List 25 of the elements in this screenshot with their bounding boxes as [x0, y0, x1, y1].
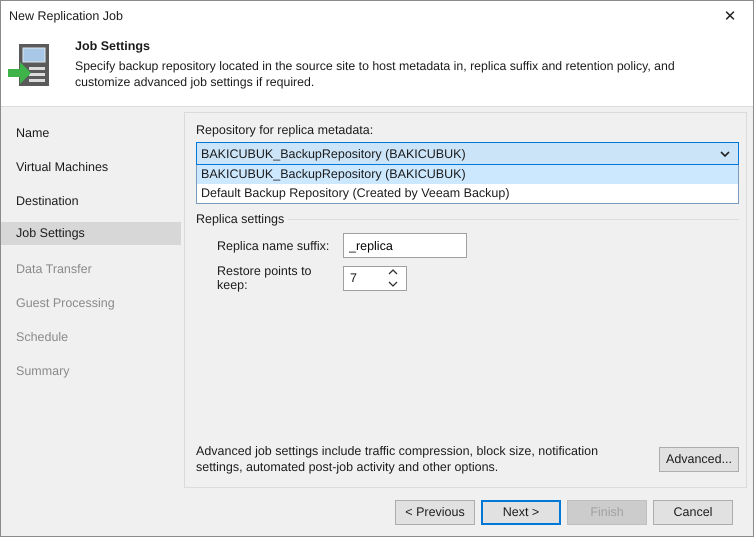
- group-title: Replica settings: [196, 212, 284, 226]
- wizard-step[interactable]: Name: [1, 120, 181, 154]
- close-button[interactable]: ✕: [707, 1, 753, 31]
- dropdown-option[interactable]: Default Backup Repository (Created by Veeam Backup): [197, 184, 738, 203]
- wizard-button[interactable]: < Previous: [395, 500, 475, 524]
- wizard-button[interactable]: Next >: [481, 500, 561, 524]
- field-label: Replica name suffix:: [217, 238, 330, 252]
- wizard-step[interactable]: Virtual Machines: [1, 154, 181, 188]
- window-title: New Replication Job: [9, 9, 123, 23]
- step-title: Job Settings: [75, 39, 152, 53]
- repository-dropdown[interactable]: BAKICUBUK_BackupRepository (BAKICUBUK): [196, 142, 739, 165]
- server-arrow-icon: [7, 43, 51, 87]
- chevron-down-icon: [720, 150, 730, 156]
- wizard-button[interactable]: Cancel: [653, 500, 733, 524]
- dropdown-option[interactable]: BAKICUBUK_BackupRepository (BAKICUBUK): [197, 165, 738, 184]
- advanced-description: Advanced job settings include traffic compression, block size, notification settings, automated post-job activity and other options.: [196, 443, 600, 475]
- suffix-input[interactable]: _replica: [343, 233, 467, 258]
- up-down-arrows-icon: [388, 268, 398, 288]
- number-spinner[interactable]: 7: [343, 266, 407, 290]
- wizard-step[interactable]: Destination: [1, 188, 181, 222]
- field-label: Restore points to keep:: [217, 264, 312, 292]
- wizard-step[interactable]: Job Settings: [1, 222, 181, 245]
- field-label: Repository for replica metadata:: [196, 123, 374, 137]
- advanced-button[interactable]: Advanced...: [659, 446, 739, 472]
- step-description: Specify backup repository located in the source site to host metadata in, replica suffix and retention policy, and customize advanced job settings if required.: [75, 58, 676, 90]
